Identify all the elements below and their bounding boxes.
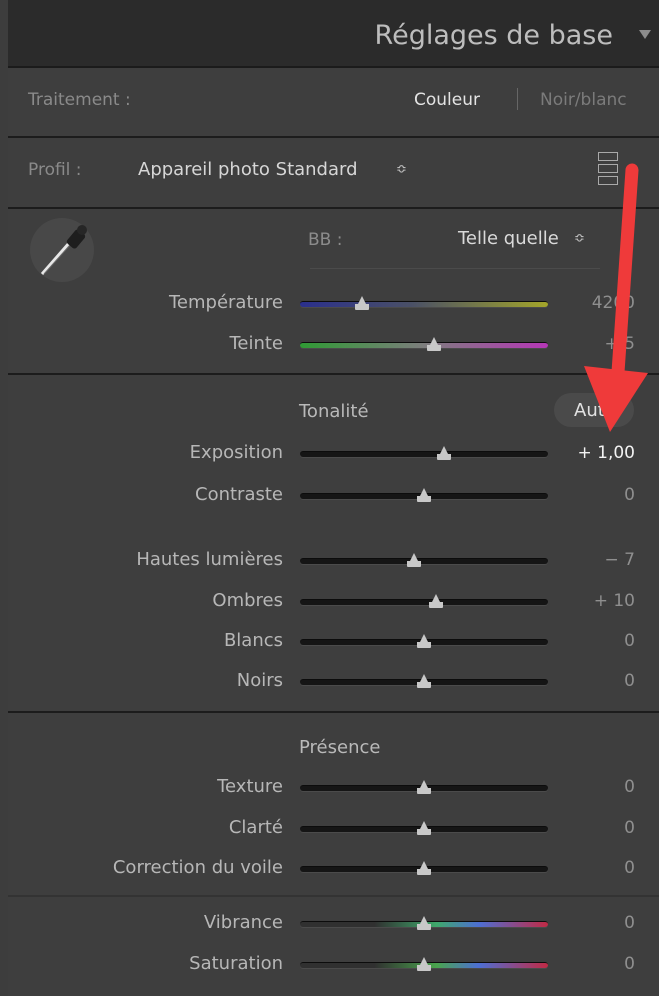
annotation-arrow-icon <box>584 163 648 432</box>
